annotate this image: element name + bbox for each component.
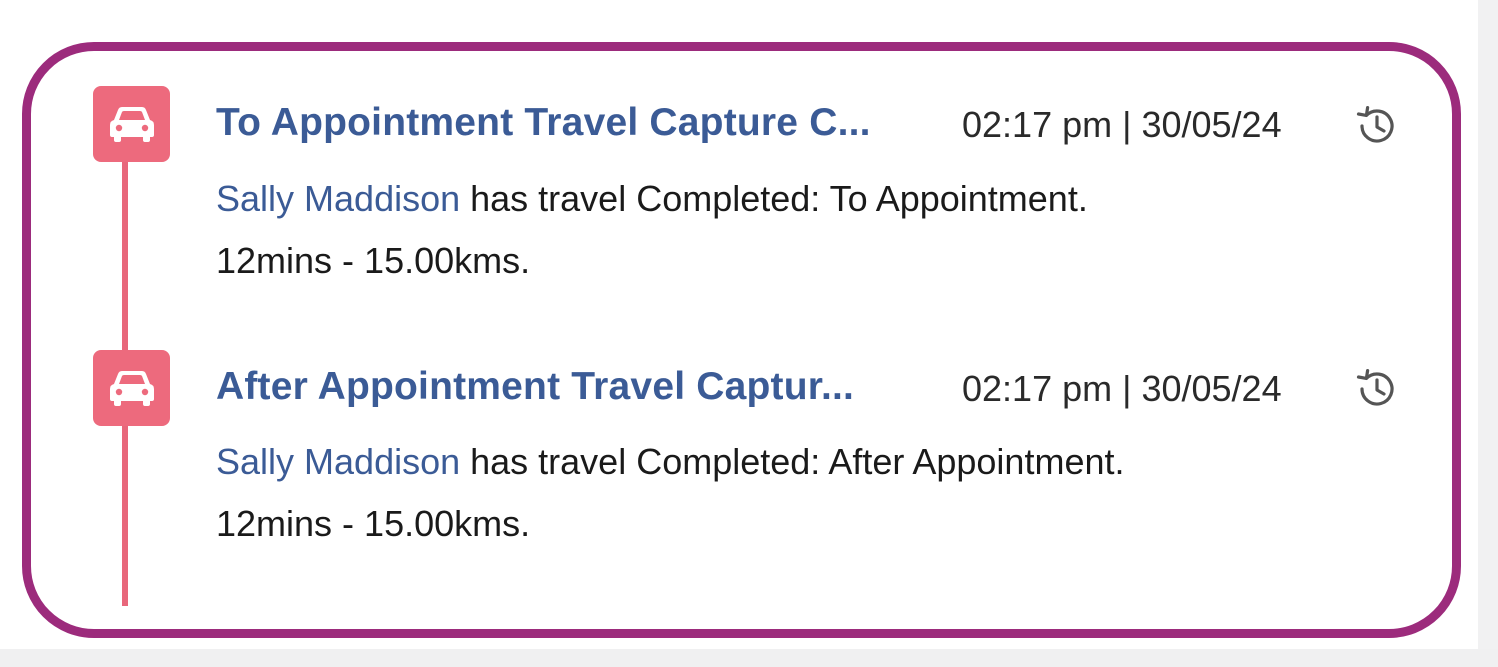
entry-details: 12mins - 15.00kms. <box>216 503 531 544</box>
entry-title-link[interactable]: After Appointment Travel Captur... <box>216 365 854 409</box>
car-icon <box>109 371 154 406</box>
entry-description: Sally Maddison has travel Completed: To … <box>216 168 1366 292</box>
history-icon[interactable] <box>1354 103 1400 149</box>
travel-entry-icon <box>93 350 170 426</box>
travel-entry-icon <box>93 86 170 162</box>
history-icon[interactable] <box>1354 366 1400 412</box>
entry-timestamp: 02:17 pm | 30/05/24 <box>962 368 1282 409</box>
entry-details: 12mins - 15.00kms. <box>216 240 531 281</box>
page-edge-bottom <box>0 649 1498 667</box>
entry-action-text: has travel Completed: After Appointment. <box>460 441 1125 482</box>
car-icon <box>109 107 154 142</box>
actor-link[interactable]: Sally Maddison <box>216 178 460 219</box>
entry-timestamp: 02:17 pm | 30/05/24 <box>962 104 1282 145</box>
entry-description: Sally Maddison has travel Completed: Aft… <box>216 431 1366 555</box>
entry-action-text: has travel Completed: To Appointment. <box>460 178 1088 219</box>
timeline-connector <box>122 424 128 606</box>
entry-title-link[interactable]: To Appointment Travel Capture C... <box>216 101 871 145</box>
actor-link[interactable]: Sally Maddison <box>216 441 460 482</box>
timeline-connector <box>122 160 128 350</box>
page-edge <box>1478 0 1498 667</box>
